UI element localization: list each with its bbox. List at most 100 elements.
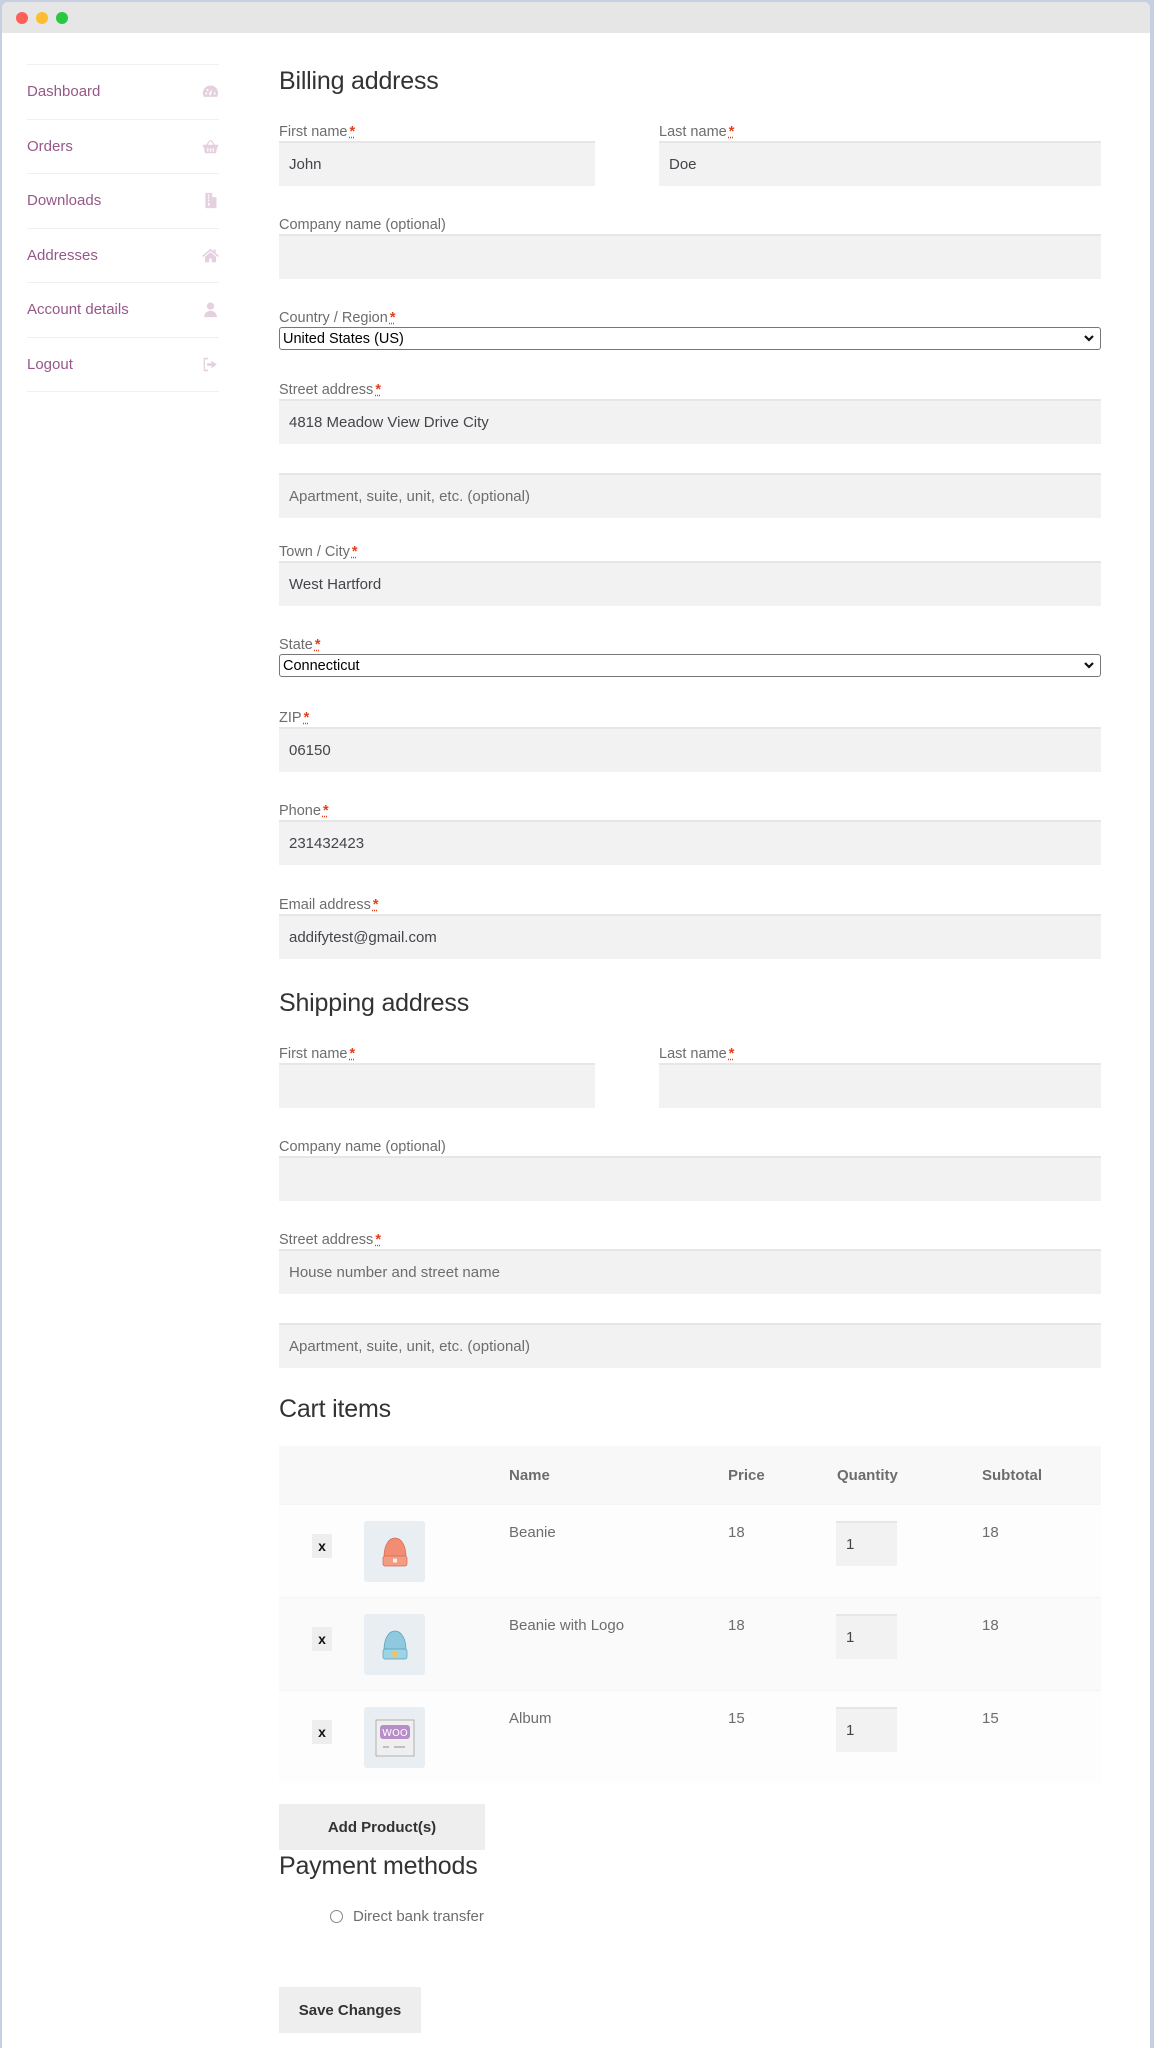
shipping-street2-input[interactable] bbox=[279, 1323, 1101, 1368]
payment-option-label: Direct bank transfer bbox=[353, 1908, 484, 1925]
item-subtotal: 15 bbox=[982, 1710, 999, 1727]
sidebar-item-downloads[interactable]: Downloads bbox=[27, 174, 219, 229]
sidebar-item-label: Downloads bbox=[27, 192, 102, 210]
billing-state-field: State * Connecticut bbox=[279, 637, 1101, 677]
billing-phone-field: Phone * bbox=[279, 803, 1101, 865]
sign-out-icon bbox=[201, 355, 219, 373]
close-window-button[interactable] bbox=[16, 12, 28, 24]
woo-album-image: WOO bbox=[364, 1707, 425, 1768]
remove-item-button[interactable]: x bbox=[312, 1627, 332, 1651]
browser-window: Dashboard Orders Downloads Addresses Acc… bbox=[2, 2, 1150, 2048]
billing-company-label: Company name (optional) bbox=[279, 217, 446, 233]
sidebar-item-dashboard[interactable]: Dashboard bbox=[27, 65, 219, 120]
item-quantity-input[interactable] bbox=[836, 1707, 897, 1752]
chevron-down-icon bbox=[1084, 662, 1094, 669]
sidebar-item-orders[interactable]: Orders bbox=[27, 120, 219, 174]
sidebar-item-label: Logout bbox=[27, 355, 73, 373]
billing-state-label: State * bbox=[279, 637, 321, 653]
shipping-company-label: Company name (optional) bbox=[279, 1139, 446, 1155]
minimize-window-button[interactable] bbox=[36, 12, 48, 24]
account-navigation: Dashboard Orders Downloads Addresses Acc… bbox=[27, 33, 219, 392]
save-changes-button[interactable]: Save Changes bbox=[279, 1987, 421, 2033]
sidebar-item-logout[interactable]: Logout bbox=[27, 338, 219, 392]
item-name: Beanie with Logo bbox=[509, 1617, 625, 1634]
nav-divider bbox=[27, 33, 219, 65]
billing-street2-field bbox=[279, 473, 1101, 518]
dashboard-gauge-icon bbox=[201, 83, 219, 101]
sidebar-item-label: Account details bbox=[27, 301, 129, 319]
remove-item-button[interactable]: x bbox=[312, 1534, 332, 1558]
shipping-name-row: First name * Last name * bbox=[279, 1046, 1101, 1108]
user-icon bbox=[201, 301, 219, 319]
cart-row: x Beanie with Logo 18 18 bbox=[279, 1597, 1101, 1690]
shipping-last-name-input[interactable] bbox=[659, 1063, 1101, 1108]
maximize-window-button[interactable] bbox=[56, 12, 68, 24]
home-icon bbox=[201, 246, 219, 264]
billing-first-name-input[interactable] bbox=[279, 141, 595, 186]
billing-address-heading: Billing address bbox=[279, 67, 439, 95]
item-price: 18 bbox=[728, 1617, 745, 1634]
billing-country-label: Country / Region * bbox=[279, 310, 396, 326]
billing-city-label: Town / City * bbox=[279, 544, 358, 560]
shipping-last-name-label: Last name * bbox=[659, 1046, 735, 1062]
shipping-first-name-input[interactable] bbox=[279, 1063, 595, 1108]
direct-bank-transfer-radio[interactable] bbox=[330, 1910, 343, 1923]
billing-last-name-label: Last name * bbox=[659, 124, 735, 140]
shipping-street-input[interactable] bbox=[279, 1249, 1101, 1294]
billing-name-row: First name* Last name* bbox=[279, 124, 1101, 186]
file-archive-icon bbox=[201, 192, 219, 210]
billing-street-input[interactable] bbox=[279, 399, 1101, 444]
cart-items-heading: Cart items bbox=[279, 1395, 391, 1423]
title-bar bbox=[2, 2, 1150, 33]
billing-country-selected: United States (US) bbox=[283, 330, 404, 347]
item-quantity-input[interactable] bbox=[836, 1521, 897, 1566]
billing-state-select[interactable]: Connecticut bbox=[279, 654, 1101, 677]
shipping-company-field: Company name (optional) bbox=[279, 1139, 1101, 1201]
remove-item-button[interactable]: x bbox=[312, 1720, 332, 1744]
billing-city-input[interactable] bbox=[279, 561, 1101, 606]
column-header-name: Name bbox=[509, 1466, 550, 1484]
item-price: 15 bbox=[728, 1710, 745, 1727]
item-quantity-input[interactable] bbox=[836, 1614, 897, 1659]
billing-country-select[interactable]: United States (US) bbox=[279, 327, 1101, 350]
billing-phone-label: Phone * bbox=[279, 803, 329, 819]
add-products-button[interactable]: Add Product(s) bbox=[279, 1804, 485, 1850]
item-subtotal: 18 bbox=[982, 1524, 999, 1541]
item-name: Album bbox=[509, 1710, 552, 1727]
billing-company-input[interactable] bbox=[279, 234, 1101, 279]
blue-beanie-logo-image bbox=[364, 1614, 425, 1675]
cart-row: x WOO Album 15 15 bbox=[279, 1690, 1101, 1783]
billing-zip-field: ZIP * bbox=[279, 710, 1101, 772]
sidebar-item-label: Orders bbox=[27, 137, 73, 155]
item-name: Beanie bbox=[509, 1524, 556, 1541]
column-header-price: Price bbox=[728, 1466, 765, 1484]
billing-phone-input[interactable] bbox=[279, 820, 1101, 865]
shipping-company-input[interactable] bbox=[279, 1156, 1101, 1201]
item-subtotal: 18 bbox=[982, 1617, 999, 1634]
billing-state-selected: Connecticut bbox=[283, 657, 360, 674]
sidebar-item-addresses[interactable]: Addresses bbox=[27, 229, 219, 283]
sidebar-item-label: Dashboard bbox=[27, 83, 101, 101]
billing-email-input[interactable] bbox=[279, 914, 1101, 959]
payment-option: Direct bank transfer bbox=[279, 1907, 1101, 1931]
billing-street-label: Street address * bbox=[279, 382, 381, 398]
chevron-down-icon bbox=[1084, 335, 1094, 342]
svg-text:WOO: WOO bbox=[382, 1728, 408, 1739]
cart-table-header: Name Price Quantity Subtotal bbox=[279, 1446, 1101, 1504]
billing-email-field: Email address * bbox=[279, 897, 1101, 959]
orange-beanie-image bbox=[364, 1521, 425, 1582]
billing-zip-input[interactable] bbox=[279, 727, 1101, 772]
billing-company-field: Company name (optional) bbox=[279, 217, 1101, 279]
billing-street2-input[interactable] bbox=[279, 473, 1101, 518]
beanie-icon bbox=[382, 1537, 407, 1566]
shipping-street-label: Street address * bbox=[279, 1232, 381, 1248]
billing-city-field: Town / City * bbox=[279, 544, 1101, 606]
sidebar-item-account-details[interactable]: Account details bbox=[27, 283, 219, 338]
basket-icon bbox=[201, 137, 219, 155]
billing-country-field: Country / Region * United States (US) bbox=[279, 310, 1101, 350]
shipping-first-name-label: First name * bbox=[279, 1046, 356, 1062]
payment-methods-heading: Payment methods bbox=[279, 1852, 478, 1880]
column-header-subtotal: Subtotal bbox=[982, 1466, 1042, 1484]
cart-table: Name Price Quantity Subtotal x Beanie 18… bbox=[279, 1446, 1101, 1783]
billing-last-name-input[interactable] bbox=[659, 141, 1101, 186]
